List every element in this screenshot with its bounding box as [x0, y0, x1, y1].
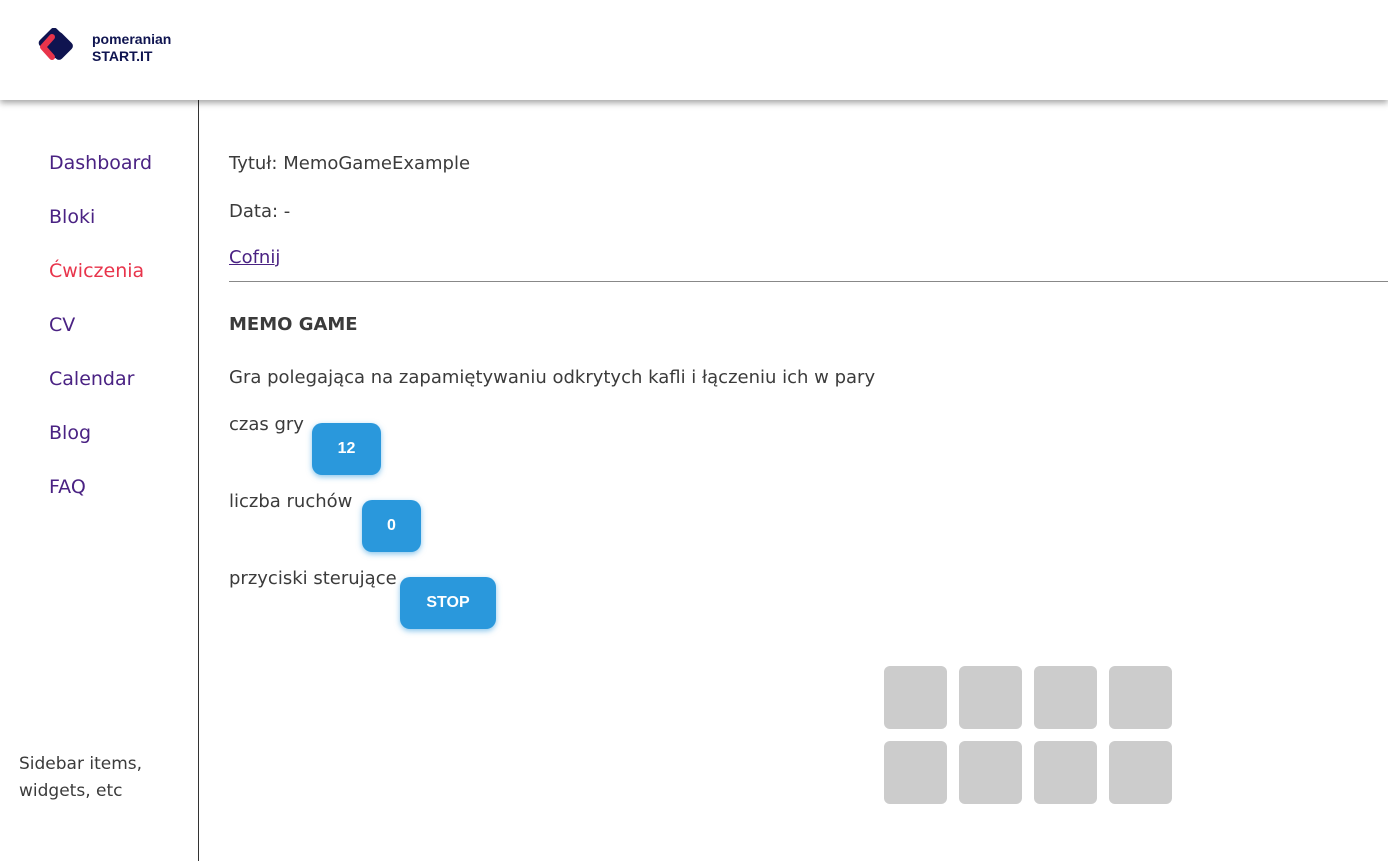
sidebar-link-dashboard[interactable]: Dashboard: [49, 152, 152, 174]
sidebar-link-blog[interactable]: Blog: [49, 422, 91, 444]
memo-tile[interactable]: [1109, 666, 1172, 729]
time-label: czas gry: [229, 414, 304, 435]
exercise-date: Data: -: [229, 201, 291, 222]
memo-tile[interactable]: [1034, 741, 1097, 804]
pomeranian-logo-icon: [38, 28, 73, 60]
memo-tile[interactable]: [959, 741, 1022, 804]
top-header: pomeranian START.IT: [0, 0, 1388, 100]
sidebar-item-blog: Blog: [49, 422, 152, 476]
moves-label: liczba ruchów: [229, 491, 353, 512]
game-description: Gra polegająca na zapamiętywaniu odkryty…: [229, 367, 876, 388]
memo-tile[interactable]: [1034, 666, 1097, 729]
sidebar-widgets-text: Sidebar items, widgets, etc: [19, 754, 143, 801]
sidebar-item-bloki: Bloki: [49, 206, 152, 260]
moves-display: 0: [362, 500, 421, 552]
sidebar: Dashboard Bloki Ćwiczenia CV Calendar Bl…: [0, 100, 199, 861]
sidebar-item-dashboard: Dashboard: [49, 152, 152, 206]
time-display: 12: [312, 423, 381, 475]
sidebar-link-cv[interactable]: CV: [49, 314, 75, 336]
logo-line-2: START.IT: [92, 48, 153, 64]
controls-label: przyciski sterujące: [229, 568, 397, 589]
back-link[interactable]: Cofnij: [229, 247, 280, 268]
sidebar-item-cwiczenia: Ćwiczenia: [49, 260, 152, 314]
memo-tile[interactable]: [1109, 741, 1172, 804]
stop-button[interactable]: STOP: [400, 577, 496, 629]
logo-line-1: pomeranian: [92, 31, 172, 47]
logo-link[interactable]: pomeranian START.IT: [30, 28, 171, 68]
sidebar-link-faq[interactable]: FAQ: [49, 476, 86, 498]
sidebar-nav: Dashboard Bloki Ćwiczenia CV Calendar Bl…: [49, 152, 152, 530]
sidebar-link-calendar[interactable]: Calendar: [49, 368, 134, 390]
exercise-title: Tytuł: MemoGameExample: [229, 153, 471, 174]
sidebar-item-calendar: Calendar: [49, 368, 152, 422]
memo-tile[interactable]: [959, 666, 1022, 729]
memo-tile[interactable]: [884, 666, 947, 729]
sidebar-link-cwiczenia[interactable]: Ćwiczenia: [49, 260, 144, 282]
divider: [229, 281, 1388, 282]
logo-text: pomeranian START.IT: [92, 31, 171, 65]
memo-tile[interactable]: [884, 741, 947, 804]
sidebar-link-bloki[interactable]: Bloki: [49, 206, 95, 228]
game-heading: MEMO GAME: [229, 314, 358, 335]
memo-tile-grid: [884, 666, 1172, 804]
sidebar-item-cv: CV: [49, 314, 152, 368]
sidebar-item-faq: FAQ: [49, 476, 152, 530]
